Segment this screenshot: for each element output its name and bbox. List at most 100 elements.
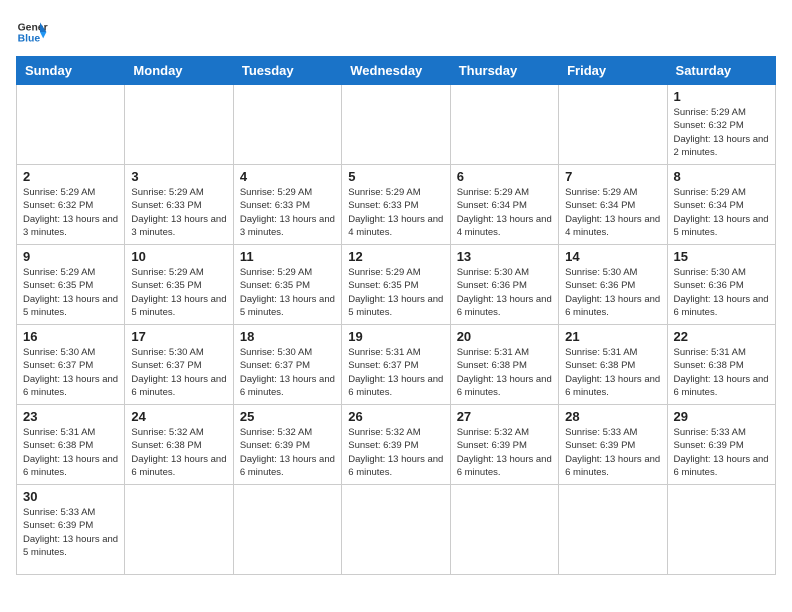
day-number: 22 [674,329,769,344]
day-info: Sunrise: 5:29 AM Sunset: 6:34 PM Dayligh… [674,186,769,239]
day-number: 9 [23,249,118,264]
calendar-cell: 26 Sunrise: 5:32 AM Sunset: 6:39 PM Dayli… [342,405,450,485]
calendar-cell: 6Sunrise: 5:29 AM Sunset: 6:34 PM Daylig… [450,165,558,245]
calendar-week-row: 9 Sunrise: 5:29 AM Sunset: 6:35 PM Daylig… [17,245,776,325]
day-number: 17 [131,329,226,344]
calendar-cell: 13 Sunrise: 5:30 AM Sunset: 6:36 PM Dayli… [450,245,558,325]
day-info: Sunrise: 5:31 AM Sunset: 6:38 PM Dayligh… [674,346,769,399]
day-number: 23 [23,409,118,424]
day-number: 25 [240,409,335,424]
day-info: Sunrise: 5:32 AM Sunset: 6:39 PM Dayligh… [240,426,335,479]
calendar-cell: 28 Sunrise: 5:33 AM Sunset: 6:39 PM Dayli… [559,405,667,485]
calendar-cell: 9 Sunrise: 5:29 AM Sunset: 6:35 PM Daylig… [17,245,125,325]
calendar-table: SundayMondayTuesdayWednesdayThursdayFrid… [16,56,776,575]
day-info: Sunrise: 5:31 AM Sunset: 6:38 PM Dayligh… [23,426,118,479]
calendar-cell: 17Sunrise: 5:30 AM Sunset: 6:37 PM Dayli… [125,325,233,405]
calendar-cell: 15 Sunrise: 5:30 AM Sunset: 6:36 PM Dayli… [667,245,775,325]
day-info: Sunrise: 5:33 AM Sunset: 6:39 PM Dayligh… [674,426,769,479]
calendar-cell: 29Sunrise: 5:33 AM Sunset: 6:39 PM Dayli… [667,405,775,485]
calendar-cell [125,85,233,165]
logo: General Blue [16,16,48,48]
calendar-cell: 1 Sunrise: 5:29 AM Sunset: 6:32 PM Daylig… [667,85,775,165]
calendar-cell: 7 Sunrise: 5:29 AM Sunset: 6:34 PM Daylig… [559,165,667,245]
calendar-cell: 4 Sunrise: 5:29 AM Sunset: 6:33 PM Daylig… [233,165,341,245]
calendar-cell: 25 Sunrise: 5:32 AM Sunset: 6:39 PM Dayli… [233,405,341,485]
weekday-header-monday: Monday [125,57,233,85]
calendar-cell: 8 Sunrise: 5:29 AM Sunset: 6:34 PM Daylig… [667,165,775,245]
day-info: Sunrise: 5:32 AM Sunset: 6:38 PM Dayligh… [131,426,226,479]
calendar-cell: 21 Sunrise: 5:31 AM Sunset: 6:38 PM Dayli… [559,325,667,405]
calendar-header-row: SundayMondayTuesdayWednesdayThursdayFrid… [17,57,776,85]
calendar-cell: 16 Sunrise: 5:30 AM Sunset: 6:37 PM Dayli… [17,325,125,405]
page-header: General Blue [16,16,776,48]
day-number: 14 [565,249,660,264]
calendar-cell: 3 Sunrise: 5:29 AM Sunset: 6:33 PM Daylig… [125,165,233,245]
day-number: 1 [674,89,769,104]
calendar-cell [450,485,558,575]
day-number: 5 [348,169,443,184]
day-number: 4 [240,169,335,184]
day-info: Sunrise: 5:29 AM Sunset: 6:34 PM Dayligh… [565,186,660,239]
calendar-cell [559,485,667,575]
calendar-cell: 11Sunrise: 5:29 AM Sunset: 6:35 PM Dayli… [233,245,341,325]
calendar-cell [667,485,775,575]
day-info: Sunrise: 5:31 AM Sunset: 6:38 PM Dayligh… [565,346,660,399]
day-info: Sunrise: 5:30 AM Sunset: 6:36 PM Dayligh… [565,266,660,319]
day-number: 30 [23,489,118,504]
day-info: Sunrise: 5:29 AM Sunset: 6:35 PM Dayligh… [23,266,118,319]
day-number: 7 [565,169,660,184]
day-info: Sunrise: 5:29 AM Sunset: 6:34 PM Dayligh… [457,186,552,239]
weekday-header-thursday: Thursday [450,57,558,85]
calendar-cell: 23 Sunrise: 5:31 AM Sunset: 6:38 PM Dayli… [17,405,125,485]
weekday-header-wednesday: Wednesday [342,57,450,85]
day-number: 8 [674,169,769,184]
day-info: Sunrise: 5:32 AM Sunset: 6:39 PM Dayligh… [348,426,443,479]
day-info: Sunrise: 5:31 AM Sunset: 6:37 PM Dayligh… [348,346,443,399]
calendar-cell: 14 Sunrise: 5:30 AM Sunset: 6:36 PM Dayli… [559,245,667,325]
day-info: Sunrise: 5:30 AM Sunset: 6:36 PM Dayligh… [674,266,769,319]
calendar-cell [559,85,667,165]
day-number: 10 [131,249,226,264]
day-info: Sunrise: 5:29 AM Sunset: 6:32 PM Dayligh… [674,106,769,159]
calendar-cell: 18 Sunrise: 5:30 AM Sunset: 6:37 PM Dayli… [233,325,341,405]
calendar-cell: 30 Sunrise: 5:33 AM Sunset: 6:39 PM Dayli… [17,485,125,575]
calendar-cell [342,485,450,575]
day-info: Sunrise: 5:31 AM Sunset: 6:38 PM Dayligh… [457,346,552,399]
calendar-week-row: 16 Sunrise: 5:30 AM Sunset: 6:37 PM Dayli… [17,325,776,405]
day-number: 28 [565,409,660,424]
day-info: Sunrise: 5:29 AM Sunset: 6:35 PM Dayligh… [131,266,226,319]
day-info: Sunrise: 5:30 AM Sunset: 6:37 PM Dayligh… [240,346,335,399]
day-info: Sunrise: 5:29 AM Sunset: 6:33 PM Dayligh… [131,186,226,239]
calendar-cell: 12Sunrise: 5:29 AM Sunset: 6:35 PM Dayli… [342,245,450,325]
calendar-cell [450,85,558,165]
weekday-header-friday: Friday [559,57,667,85]
weekday-header-tuesday: Tuesday [233,57,341,85]
calendar-cell [125,485,233,575]
day-info: Sunrise: 5:30 AM Sunset: 6:36 PM Dayligh… [457,266,552,319]
weekday-header-sunday: Sunday [17,57,125,85]
day-number: 3 [131,169,226,184]
calendar-cell: 10 Sunrise: 5:29 AM Sunset: 6:35 PM Dayli… [125,245,233,325]
day-info: Sunrise: 5:29 AM Sunset: 6:33 PM Dayligh… [240,186,335,239]
day-number: 26 [348,409,443,424]
day-number: 13 [457,249,552,264]
calendar-cell: 20 Sunrise: 5:31 AM Sunset: 6:38 PM Dayli… [450,325,558,405]
day-number: 15 [674,249,769,264]
day-number: 18 [240,329,335,344]
calendar-cell: 19Sunrise: 5:31 AM Sunset: 6:37 PM Dayli… [342,325,450,405]
calendar-cell: 24Sunrise: 5:32 AM Sunset: 6:38 PM Dayli… [125,405,233,485]
weekday-header-saturday: Saturday [667,57,775,85]
day-info: Sunrise: 5:30 AM Sunset: 6:37 PM Dayligh… [23,346,118,399]
calendar-body: 1 Sunrise: 5:29 AM Sunset: 6:32 PM Daylig… [17,85,776,575]
calendar-week-row: 23 Sunrise: 5:31 AM Sunset: 6:38 PM Dayli… [17,405,776,485]
day-info: Sunrise: 5:33 AM Sunset: 6:39 PM Dayligh… [23,506,118,559]
calendar-week-row: 1 Sunrise: 5:29 AM Sunset: 6:32 PM Daylig… [17,85,776,165]
calendar-cell: 2Sunrise: 5:29 AM Sunset: 6:32 PM Daylig… [17,165,125,245]
day-info: Sunrise: 5:32 AM Sunset: 6:39 PM Dayligh… [457,426,552,479]
calendar-week-row: 30 Sunrise: 5:33 AM Sunset: 6:39 PM Dayli… [17,485,776,575]
day-number: 21 [565,329,660,344]
day-info: Sunrise: 5:33 AM Sunset: 6:39 PM Dayligh… [565,426,660,479]
calendar-cell: 5Sunrise: 5:29 AM Sunset: 6:33 PM Daylig… [342,165,450,245]
day-number: 16 [23,329,118,344]
day-number: 20 [457,329,552,344]
